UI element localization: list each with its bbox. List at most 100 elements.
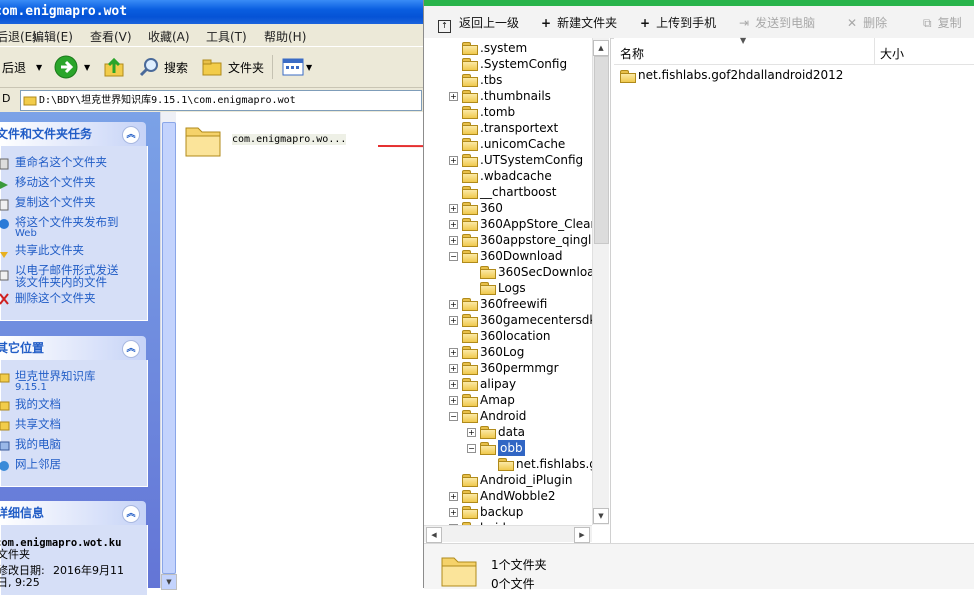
tree-item[interactable]: Android_iPlugin	[424, 472, 592, 488]
tree-item[interactable]: .tomb	[424, 104, 592, 120]
tree-horizontal-scrollbar[interactable]: ◀ ▶	[424, 525, 592, 543]
tree-item[interactable]: + data	[424, 424, 592, 440]
expand-icon[interactable]: +	[449, 348, 458, 357]
scroll-up-arrow-icon[interactable]: ▲	[593, 40, 609, 56]
place-my-documents-link[interactable]: 我的文档	[15, 398, 61, 410]
column-name[interactable]: 名称	[620, 45, 644, 62]
up-folder-button[interactable]	[102, 55, 126, 79]
expand-icon[interactable]: +	[449, 364, 458, 373]
tree-item[interactable]: + .UTSystemConfig	[424, 152, 592, 168]
menu-edit[interactable]: 编辑(E)	[32, 28, 73, 45]
place-network-link[interactable]: 网上邻居	[15, 458, 61, 470]
tree-item[interactable]: .transportext	[424, 120, 592, 136]
tree-item[interactable]: + AndWobble2	[424, 488, 592, 504]
scroll-down-arrow-icon[interactable]: ▼	[593, 508, 609, 524]
tree-item[interactable]: − obb	[424, 440, 592, 456]
place-my-computer-link[interactable]: 我的电脑	[15, 438, 61, 450]
address-field[interactable]: D:\BDY\坦克世界知识库9.15.1\com.enigmapro.wot	[20, 90, 422, 111]
tree-item[interactable]: Logs	[424, 280, 592, 296]
tree-item[interactable]: 360SecDownloa	[424, 264, 595, 280]
tree-item[interactable]: net.fishlabs.g	[424, 456, 597, 472]
tree-item[interactable]: .wbadcache	[424, 168, 592, 184]
upload-to-phone-button[interactable]: + 上传到手机	[640, 14, 716, 31]
expand-icon[interactable]: +	[449, 396, 458, 405]
move-folder-link[interactable]: 移动这个文件夹	[15, 176, 96, 188]
scroll-left-arrow-icon[interactable]: ◀	[426, 527, 442, 543]
collapse-chevron-icon[interactable]: ︽	[122, 505, 140, 523]
tree-item[interactable]: .unicomCache	[424, 136, 592, 152]
copy-button[interactable]: ⧉ 复制	[923, 14, 962, 31]
tree-item[interactable]: +360freewifi	[424, 296, 592, 312]
rename-folder-link[interactable]: 重命名这个文件夹	[15, 156, 107, 168]
tasks-panel-header[interactable]: 文件和文件夹任务 ︽	[0, 122, 146, 146]
menu-view[interactable]: 查看(V)	[90, 28, 132, 45]
collapse-icon[interactable]: −	[449, 252, 458, 261]
expand-icon[interactable]: +	[449, 300, 458, 309]
tree-item[interactable]: − Android	[424, 408, 592, 424]
back-dropdown-icon[interactable]: ▼	[36, 63, 42, 72]
publish-web-link[interactable]: 将这个文件夹发布到	[15, 216, 119, 228]
place-shared-documents-link[interactable]: 共享文档	[15, 418, 61, 430]
expand-icon[interactable]: +	[449, 220, 458, 229]
collapse-chevron-icon[interactable]: ︽	[122, 126, 140, 144]
collapse-icon[interactable]: −	[449, 412, 458, 421]
tree-item[interactable]: +360Log	[424, 344, 592, 360]
back-button[interactable]: 后退 ▼	[2, 55, 42, 79]
new-folder-button[interactable]: + 新建文件夹	[541, 14, 617, 31]
menu-tools[interactable]: 工具(T)	[206, 28, 247, 45]
places-panel-header[interactable]: 其它位置 ︽	[0, 336, 146, 360]
tree-item[interactable]: +360permmgr	[424, 360, 592, 376]
collapse-icon[interactable]: −	[467, 444, 476, 453]
expand-icon[interactable]: +	[449, 380, 458, 389]
scroll-thumb[interactable]	[162, 122, 176, 574]
tree-vertical-scrollbar[interactable]: ▲ ▼	[592, 38, 609, 525]
tree-item[interactable]: +360AppStore_Clear	[424, 216, 595, 232]
expand-icon[interactable]: +	[449, 508, 458, 517]
views-button[interactable]: ▼	[282, 55, 312, 79]
menu-favorites[interactable]: 收藏(A)	[148, 28, 190, 45]
delete-folder-link[interactable]: 删除这个文件夹	[15, 292, 96, 304]
expand-icon[interactable]: +	[449, 204, 458, 213]
tree-item[interactable]: +360appstore_qingli	[424, 232, 595, 248]
left-vertical-scrollbar[interactable]: ▼	[160, 112, 177, 590]
expand-icon[interactable]: +	[449, 236, 458, 245]
tree-item[interactable]: + Amap	[424, 392, 592, 408]
tree-item[interactable]: .system	[424, 40, 592, 56]
column-size[interactable]: 大小	[880, 45, 904, 62]
views-dropdown-icon[interactable]: ▼	[306, 63, 312, 72]
tree-item[interactable]: .SystemConfig	[424, 56, 592, 72]
delete-button[interactable]: ✕ 删除	[847, 14, 887, 31]
tree-item[interactable]: + .thumbnails	[424, 88, 592, 104]
collapse-chevron-icon[interactable]: ︽	[122, 340, 140, 358]
email-files-link-2[interactable]: 该文件夹内的文件	[15, 276, 107, 288]
tree-item[interactable]: +360	[424, 200, 592, 216]
tree-item[interactable]: + backup	[424, 504, 592, 520]
folders-button[interactable]: 文件夹	[201, 55, 264, 79]
share-folder-link[interactable]: 共享此文件夹	[15, 244, 84, 256]
tree-item[interactable]: .tbs	[424, 72, 592, 88]
tree-item[interactable]: + alipay	[424, 376, 592, 392]
tree-item[interactable]: 360location	[424, 328, 592, 344]
go-up-button[interactable]: ↑ 返回上一级	[438, 14, 519, 33]
expand-icon[interactable]: +	[449, 316, 458, 325]
menu-help[interactable]: 帮助(H)	[264, 28, 306, 45]
tree-item[interactable]: − 360Download	[424, 248, 592, 264]
expand-icon[interactable]: +	[449, 492, 458, 501]
tree-item[interactable]: __chartboost	[424, 184, 592, 200]
expand-icon[interactable]: +	[449, 156, 458, 165]
expand-icon[interactable]: +	[449, 92, 458, 101]
tree-scroll-thumb[interactable]	[594, 56, 609, 244]
forward-button[interactable]: ▼	[54, 55, 90, 79]
tree-item[interactable]: +360gamecentersdk	[424, 312, 596, 328]
place-tank-kb-link[interactable]: 坦克世界知识库	[15, 370, 96, 382]
publish-web-link-2[interactable]: Web	[15, 228, 37, 240]
expand-icon[interactable]: +	[467, 428, 476, 437]
search-button[interactable]: 搜索	[138, 55, 188, 79]
copy-folder-link[interactable]: 复制这个文件夹	[15, 196, 96, 208]
scroll-right-arrow-icon[interactable]: ▶	[574, 527, 590, 543]
send-to-pc-button[interactable]: ⇥ 发送到电脑	[739, 14, 815, 31]
place-tank-kb-link-2[interactable]: 9.15.1	[15, 382, 47, 394]
details-panel-header[interactable]: 详细信息 ︽	[0, 501, 146, 525]
forward-dropdown-icon[interactable]: ▼	[84, 63, 90, 72]
folder-item[interactable]: com.enigmapro.wo...	[184, 122, 347, 163]
